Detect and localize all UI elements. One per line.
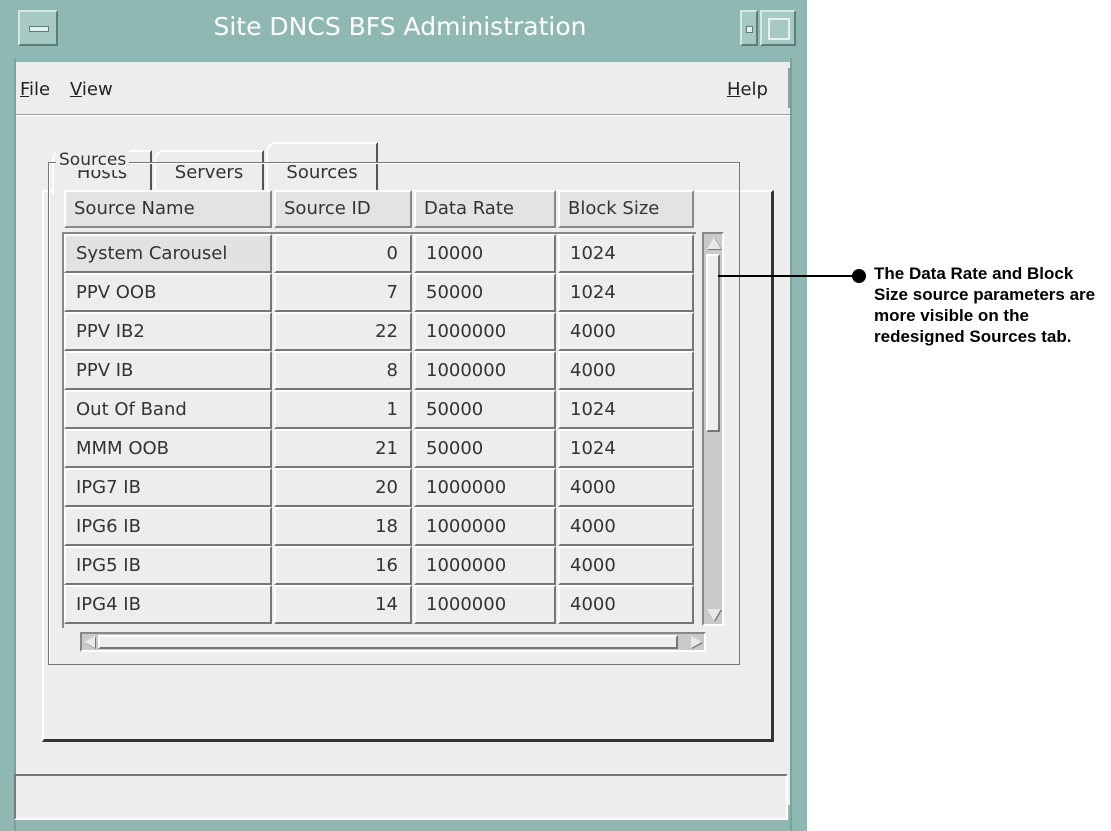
table-row[interactable]: System Carousel 0 10000 1024 (64, 234, 696, 273)
cell-source-id[interactable]: 14 (274, 585, 412, 624)
cell-source-name[interactable]: IPG4 IB (64, 585, 272, 624)
menu-view-label: iew (81, 79, 113, 100)
cell-data-rate[interactable]: 1000000 (414, 585, 556, 624)
cell-block-size[interactable]: 1024 (558, 429, 694, 468)
scroll-up-arrow-icon[interactable] (707, 237, 721, 249)
vertical-scrollbar[interactable] (702, 232, 724, 626)
horizontal-scroll-thumb[interactable] (98, 635, 678, 649)
menu-bar: File View Help (16, 62, 790, 115)
menu-help[interactable]: Help (727, 79, 768, 100)
scroll-right-arrow-icon[interactable] (691, 636, 702, 648)
cell-block-size[interactable]: 4000 (558, 351, 694, 390)
callout-annotation: The Data Rate and Block Size source para… (874, 264, 1096, 346)
cell-data-rate[interactable]: 1000000 (414, 468, 556, 507)
horizontal-scrollbar[interactable] (80, 632, 706, 652)
cell-source-id[interactable]: 16 (274, 546, 412, 585)
status-bar (14, 774, 788, 820)
column-header-source-name[interactable]: Source Name (64, 190, 272, 228)
cell-data-rate[interactable]: 1000000 (414, 507, 556, 546)
callout-leader-line (718, 275, 856, 277)
menu-file[interactable]: File (20, 79, 50, 100)
table-row[interactable]: IPG7 IB 20 1000000 4000 (64, 468, 696, 507)
table-row[interactable]: PPV IB2 22 1000000 4000 (64, 312, 696, 351)
cell-source-name[interactable]: IPG6 IB (64, 507, 272, 546)
title-bar[interactable]: Site DNCS BFS Administration (0, 0, 807, 58)
cell-block-size[interactable]: 4000 (558, 312, 694, 351)
maximize-icon[interactable] (760, 10, 796, 46)
cell-block-size[interactable]: 1024 (558, 273, 694, 312)
cell-source-name[interactable]: MMM OOB (64, 429, 272, 468)
window-title: Site DNCS BFS Administration (213, 12, 587, 41)
cell-block-size[interactable]: 4000 (558, 546, 694, 585)
cell-source-id[interactable]: 21 (274, 429, 412, 468)
cell-source-name[interactable]: PPV IB (64, 351, 272, 390)
cell-data-rate[interactable]: 50000 (414, 390, 556, 429)
table-row[interactable]: PPV OOB 7 50000 1024 (64, 273, 696, 312)
cell-source-id[interactable]: 0 (274, 234, 412, 273)
cell-source-id[interactable]: 22 (274, 312, 412, 351)
table-row[interactable]: PPV IB 8 1000000 4000 (64, 351, 696, 390)
cell-block-size[interactable]: 1024 (558, 390, 694, 429)
bfs-admin-window: Site DNCS BFS Administration File View H… (0, 0, 807, 831)
cell-data-rate[interactable]: 1000000 (414, 351, 556, 390)
cell-block-size[interactable]: 4000 (558, 507, 694, 546)
cell-block-size[interactable]: 1024 (558, 234, 694, 273)
cell-source-name[interactable]: IPG5 IB (64, 546, 272, 585)
cell-source-name[interactable]: PPV OOB (64, 273, 272, 312)
cell-source-id[interactable]: 8 (274, 351, 412, 390)
cell-data-rate[interactable]: 50000 (414, 429, 556, 468)
menubar-separator (788, 68, 790, 108)
cell-block-size[interactable]: 4000 (558, 585, 694, 624)
vertical-scroll-thumb[interactable] (706, 254, 720, 432)
cell-block-size[interactable]: 4000 (558, 468, 694, 507)
cell-source-name[interactable]: Out Of Band (64, 390, 272, 429)
sources-table-body: System Carousel 0 10000 1024 PPV OOB 7 5… (62, 232, 696, 628)
scroll-down-arrow-icon[interactable] (707, 609, 721, 621)
menu-help-label: elp (740, 79, 768, 100)
sources-group-label: Sources (56, 150, 130, 170)
menu-file-mnemonic: F (20, 79, 30, 100)
menu-view[interactable]: View (70, 79, 113, 100)
menu-help-mnemonic: H (726, 79, 741, 100)
menu-file-label: ile (29, 79, 51, 100)
minimize-icon[interactable] (740, 10, 758, 46)
cell-source-name[interactable]: System Carousel (64, 234, 272, 273)
window-border-right (790, 0, 792, 831)
column-header-source-id[interactable]: Source ID (274, 190, 412, 228)
table-row[interactable]: IPG5 IB 16 1000000 4000 (64, 546, 696, 585)
menu-view-mnemonic: V (70, 79, 82, 100)
screenshot-stage: Site DNCS BFS Administration File View H… (0, 0, 1111, 831)
cell-source-name[interactable]: IPG7 IB (64, 468, 272, 507)
callout-bullet-icon (852, 269, 866, 283)
table-row[interactable]: MMM OOB 21 50000 1024 (64, 429, 696, 468)
cell-source-name[interactable]: PPV IB2 (64, 312, 272, 351)
column-header-data-rate[interactable]: Data Rate (414, 190, 556, 228)
cell-source-id[interactable]: 18 (274, 507, 412, 546)
cell-data-rate[interactable]: 50000 (414, 273, 556, 312)
cell-data-rate[interactable]: 1000000 (414, 546, 556, 585)
table-row[interactable]: Out Of Band 1 50000 1024 (64, 390, 696, 429)
window-menu-icon[interactable] (18, 10, 58, 46)
cell-data-rate[interactable]: 1000000 (414, 312, 556, 351)
cell-source-id[interactable]: 1 (274, 390, 412, 429)
table-row[interactable]: IPG6 IB 18 1000000 4000 (64, 507, 696, 546)
cell-data-rate[interactable]: 10000 (414, 234, 556, 273)
scroll-left-arrow-icon[interactable] (84, 636, 95, 648)
column-header-block-size[interactable]: Block Size (558, 190, 694, 228)
cell-source-id[interactable]: 20 (274, 468, 412, 507)
table-row[interactable]: IPG4 IB 14 1000000 4000 (64, 585, 696, 624)
cell-source-id[interactable]: 7 (274, 273, 412, 312)
